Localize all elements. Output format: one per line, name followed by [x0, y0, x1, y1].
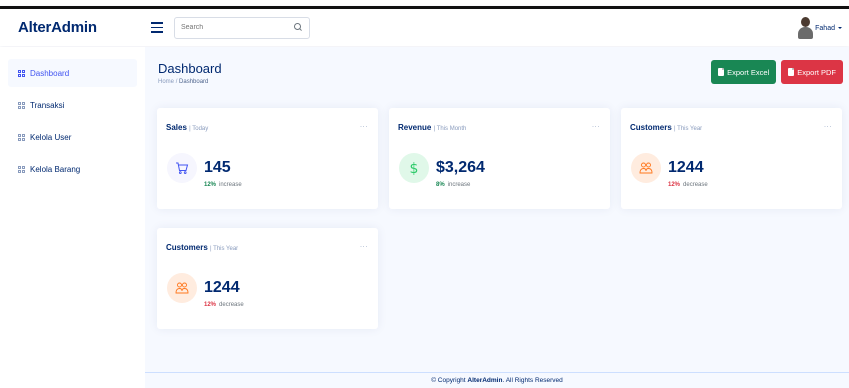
cart-icon — [167, 153, 197, 183]
search-icon[interactable] — [294, 23, 303, 32]
page-title-block: Dashboard Home / Dashboard — [158, 61, 222, 85]
page-title: Dashboard — [158, 61, 222, 76]
search-input[interactable] — [181, 24, 294, 31]
footer-prefix: © Copyright — [431, 377, 466, 384]
footer-suffix: . All Rights Reserved — [502, 377, 563, 384]
sidebar-item-kelola-user[interactable]: Kelola User — [8, 123, 137, 151]
card-change: 12% decrease — [668, 182, 708, 188]
grid-icon — [18, 69, 25, 77]
grid-icon — [18, 133, 25, 141]
dollar-icon: $ — [399, 153, 429, 183]
export-pdf-label: Export PDF — [797, 67, 836, 77]
card-title: Revenue | This Month — [398, 123, 467, 132]
grid-icon — [18, 101, 25, 109]
sidebar: Dashboard Transaksi Kelola User Kelola B… — [0, 47, 145, 388]
breadcrumb-current: Dashboard — [179, 79, 209, 85]
footer-brand: AlterAdmin — [467, 377, 503, 384]
card-menu-icon[interactable]: ... — [360, 240, 368, 249]
people-icon — [167, 273, 197, 303]
revenue-card: Revenue | This Month ... $ $3,264 8% incr… — [389, 108, 610, 209]
user-name: Fahad — [815, 24, 835, 32]
sidebar-item-label: Transaksi — [30, 100, 65, 110]
card-menu-icon[interactable]: ... — [360, 120, 368, 129]
card-value: 145 — [204, 159, 231, 176]
file-excel-icon — [718, 68, 725, 76]
card-value: 1244 — [204, 279, 240, 296]
export-excel-button[interactable]: Export Excel — [711, 60, 777, 84]
sidebar-item-label: Dashboard — [30, 68, 70, 78]
card-value: 1244 — [668, 159, 704, 176]
sales-card: Sales | Today ... 145 12% increase — [157, 108, 378, 209]
app-logo[interactable]: AlterAdmin — [0, 19, 140, 36]
card-title: Customers | This Year — [166, 243, 239, 252]
footer: © Copyright AlterAdmin. All Rights Reser… — [145, 372, 849, 388]
people-icon — [631, 153, 661, 183]
card-menu-icon[interactable]: ... — [824, 120, 832, 129]
export-excel-label: Export Excel — [727, 67, 770, 77]
card-change: 8% increase — [436, 182, 471, 188]
top-header: AlterAdmin Fahad — [0, 6, 849, 46]
search-bar — [174, 16, 310, 39]
user-profile-dropdown[interactable]: Fahad — [797, 17, 843, 39]
sidebar-item-kelola-barang[interactable]: Kelola Barang — [8, 155, 137, 183]
card-menu-icon[interactable]: ... — [592, 120, 600, 129]
menu-toggle-icon[interactable] — [151, 22, 163, 33]
card-title: Customers | This Year — [630, 123, 703, 132]
grid-icon — [18, 165, 25, 173]
card-value: $3,264 — [436, 159, 485, 176]
card-title: Sales | Today — [166, 123, 209, 132]
card-change: 12% decrease — [204, 302, 244, 308]
customers-card-secondary: Customers | This Year ... 1244 12% decrea… — [157, 228, 378, 329]
main-content: Dashboard Home / Dashboard Export Excel … — [145, 47, 849, 388]
file-pdf-icon — [788, 68, 795, 76]
customers-card: Customers | This Year ... 1244 12% decrea… — [621, 108, 842, 209]
sidebar-item-label: Kelola User — [30, 132, 72, 142]
card-change: 12% increase — [204, 182, 242, 188]
breadcrumb-home[interactable]: Home — [158, 79, 174, 85]
chevron-down-icon — [838, 27, 842, 29]
export-buttons: Export Excel Export PDF — [711, 60, 843, 84]
svg-text:$: $ — [410, 161, 419, 176]
avatar — [797, 17, 814, 39]
breadcrumb: Home / Dashboard — [158, 79, 222, 85]
export-pdf-button[interactable]: Export PDF — [781, 60, 843, 84]
sidebar-item-dashboard[interactable]: Dashboard — [8, 59, 137, 87]
sidebar-item-label: Kelola Barang — [30, 164, 81, 174]
sidebar-item-transaksi[interactable]: Transaksi — [8, 91, 137, 119]
